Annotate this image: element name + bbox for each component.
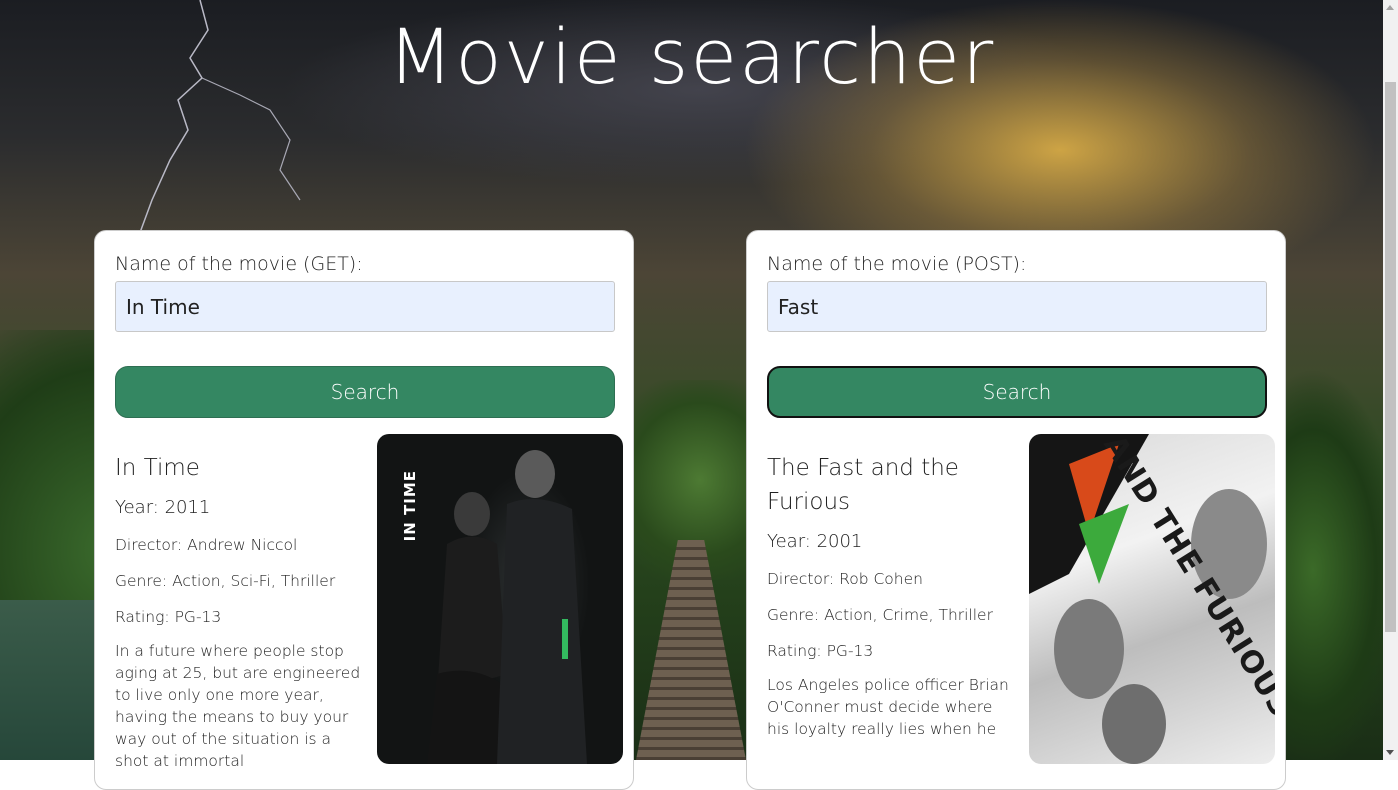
movie-genre: Genre: Action, Sci-Fi, Thriller — [115, 572, 336, 590]
movie-director: Director: Rob Cohen — [767, 570, 923, 588]
post-result-info: The Fast and the Furious Year: 2001 Dire… — [767, 451, 1015, 740]
movie-title: The Fast and the Furious — [767, 455, 959, 515]
movie-title: In Time — [115, 455, 200, 481]
post-movie-label: Name of the movie (POST): — [767, 253, 1027, 275]
movie-year: Year: 2011 — [115, 497, 211, 518]
get-movie-label: Name of the movie (GET): — [115, 253, 363, 275]
scroll-down-icon[interactable] — [1386, 750, 1394, 755]
movie-poster: IN TIME — [377, 434, 623, 764]
get-result-info: In Time Year: 2011 Director: Andrew Nicc… — [115, 451, 363, 772]
movie-plot: Los Angeles police officer Brian O'Conne… — [767, 676, 1009, 738]
page-scrollbar[interactable] — [1383, 0, 1398, 760]
post-search-card: Name of the movie (POST): Search The Fas… — [746, 230, 1286, 790]
movie-genre: Genre: Action, Crime, Thriller — [767, 606, 993, 624]
page-title: Movie searcher — [387, 12, 996, 101]
get-movie-input[interactable] — [115, 281, 615, 332]
movie-director: Director: Andrew Niccol — [115, 536, 298, 554]
get-search-card: Name of the movie (GET): Search In Time … — [94, 230, 634, 790]
movie-rating: Rating: PG-13 — [767, 642, 874, 660]
post-search-button[interactable]: Search — [767, 366, 1267, 418]
movie-rating: Rating: PG-13 — [115, 608, 222, 626]
get-search-button[interactable]: Search — [115, 366, 615, 418]
movie-poster: THE FAST AND THE FURIOUS — [1029, 434, 1275, 764]
scroll-up-icon[interactable] — [1386, 5, 1394, 10]
movie-year: Year: 2001 — [767, 531, 863, 552]
movie-plot: In a future where people stop aging at 2… — [115, 642, 361, 770]
post-movie-input[interactable] — [767, 281, 1267, 332]
poster-figures — [427, 450, 587, 764]
scrollbar-thumb[interactable] — [1385, 82, 1396, 632]
